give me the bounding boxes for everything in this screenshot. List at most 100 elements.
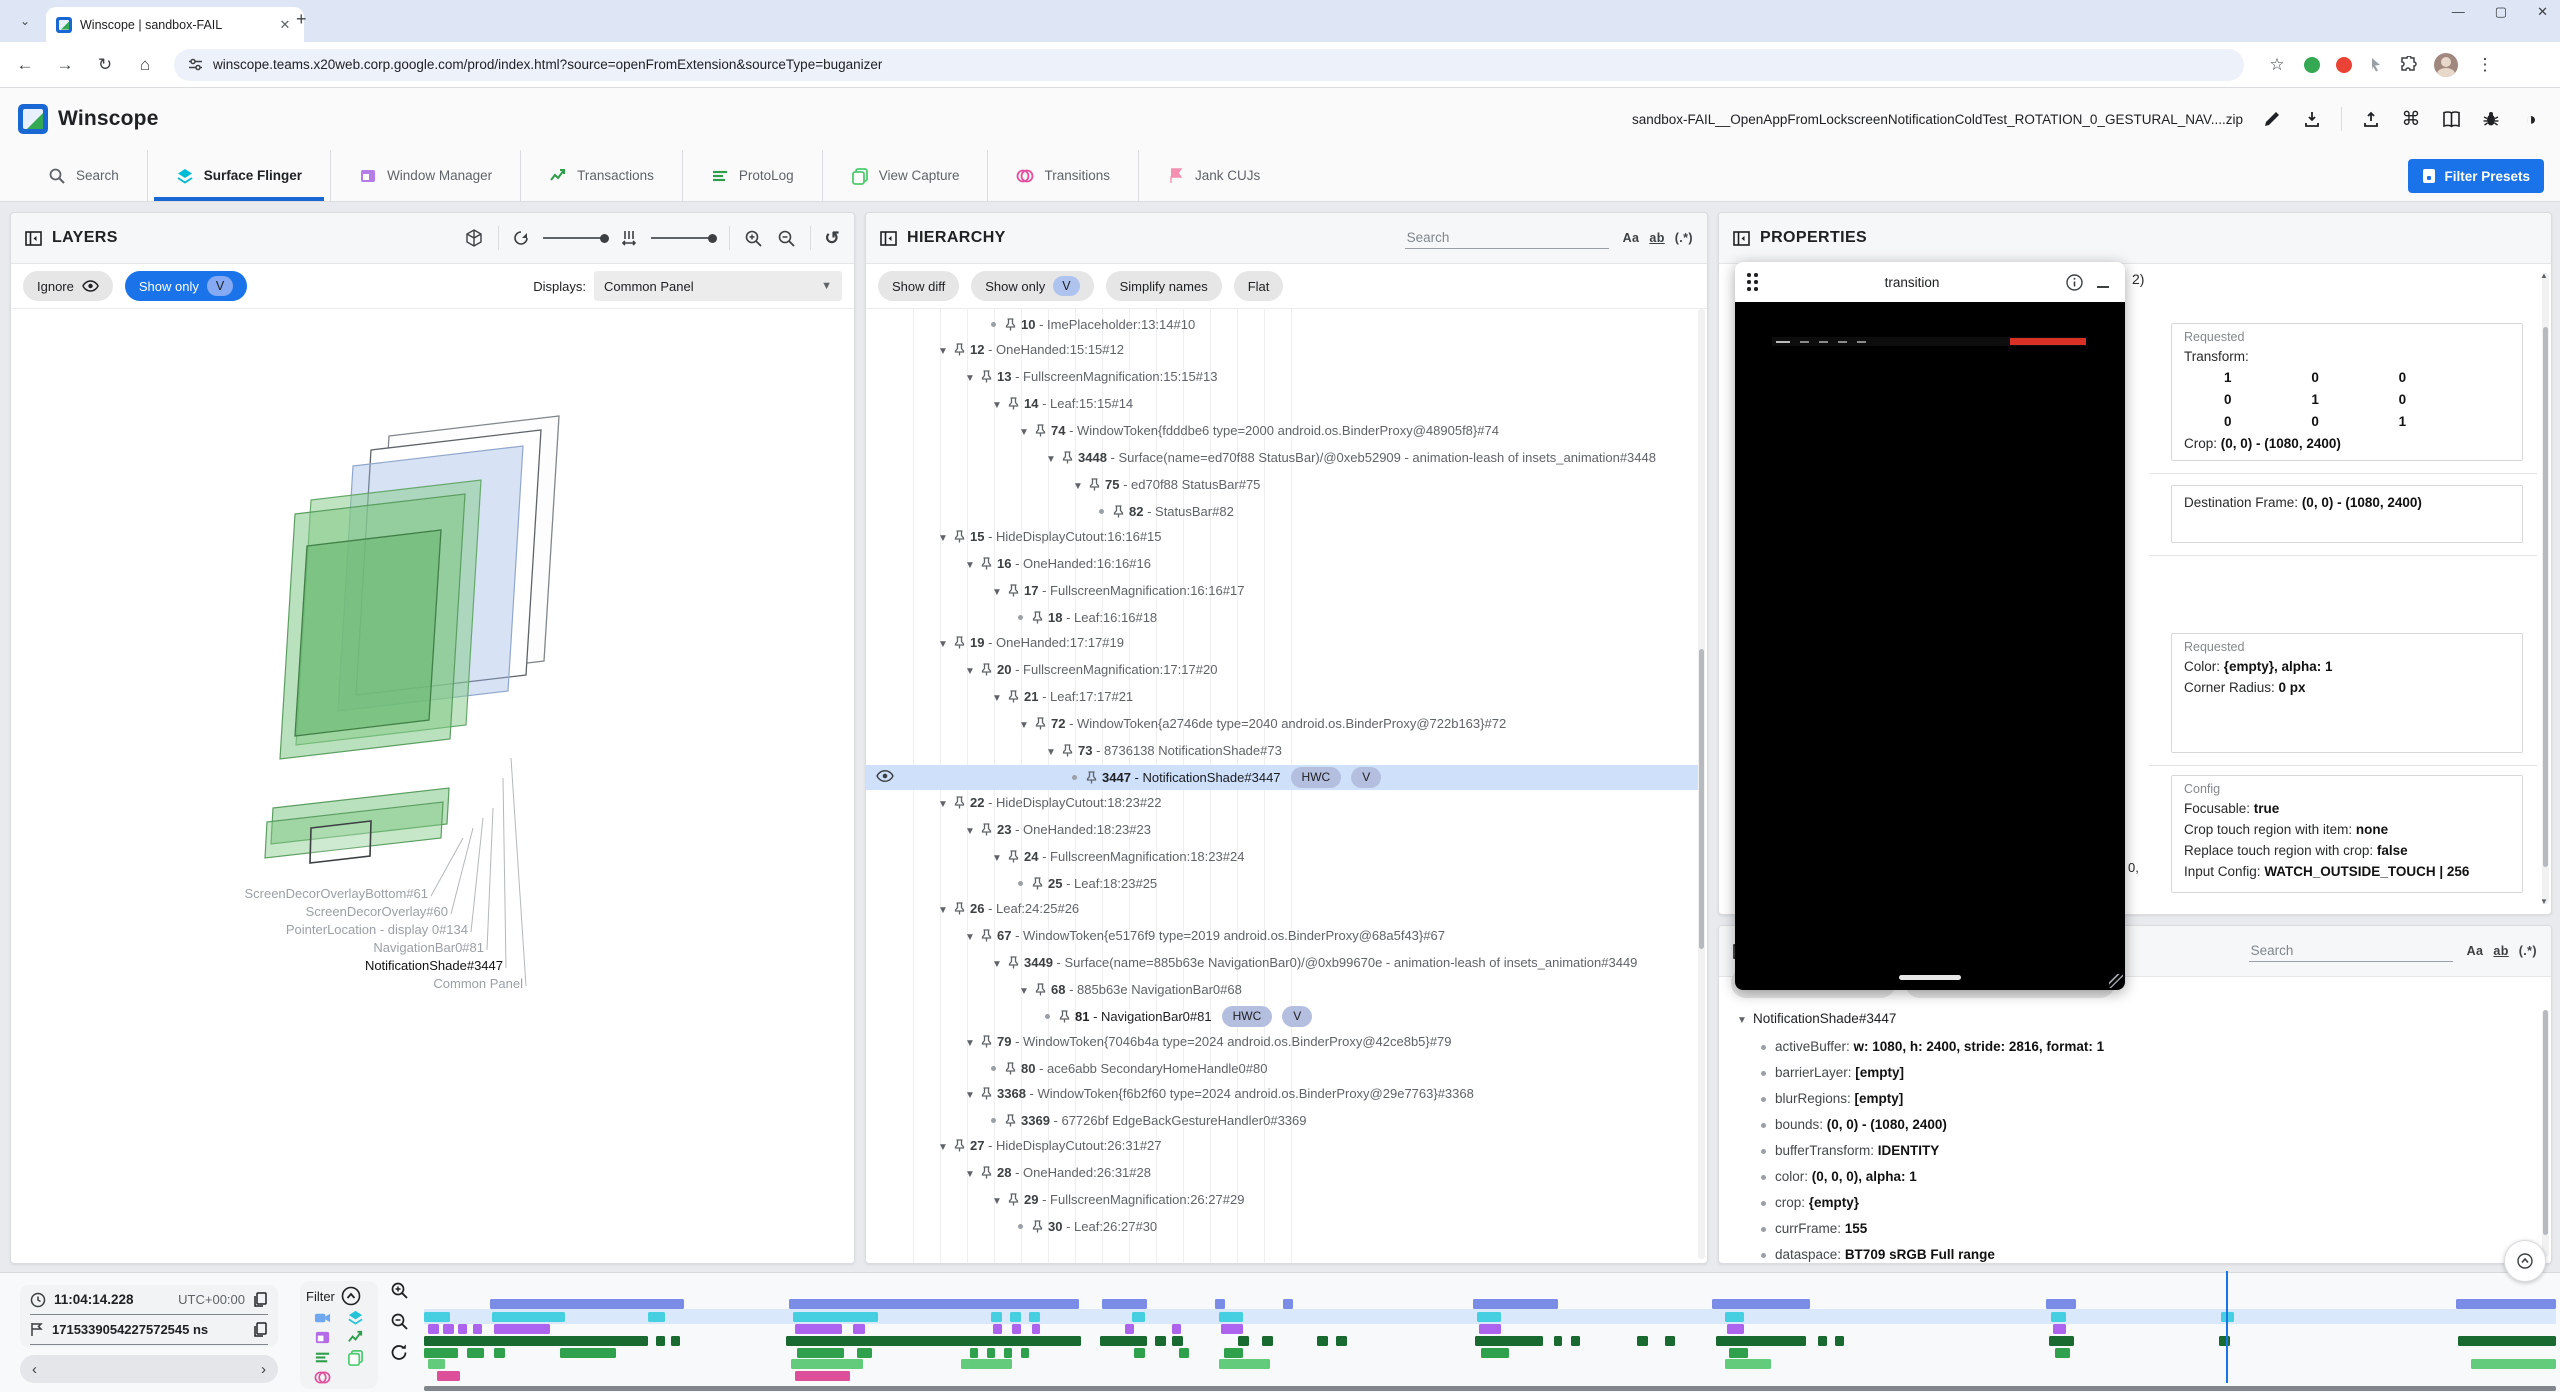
tab-surface-flinger[interactable]: Surface Flinger [147, 150, 330, 201]
tab-view-capture[interactable]: View Capture [822, 150, 988, 201]
panel-collapse-icon[interactable] [880, 231, 897, 246]
match-case-toggle[interactable]: Aa [1623, 231, 1640, 245]
layers-trace-toggle[interactable] [347, 1309, 364, 1326]
collapse-arrow-icon[interactable]: ▼ [961, 366, 979, 391]
tree-node-72[interactable]: ▼72 - WindowToken{a2746de type=2040 andr… [866, 711, 1699, 738]
trace-segment-view-capture[interactable] [1725, 1359, 1772, 1369]
trace-segment-protolog[interactable] [1835, 1336, 1844, 1346]
collapse-arrow-icon[interactable]: ▼ [961, 1162, 979, 1187]
collapse-arrow-icon[interactable]: ▼ [988, 1189, 1006, 1214]
trace-segment-surface-flinger[interactable] [1477, 1312, 1500, 1322]
human-timestamp[interactable]: 11:04:14.228 [54, 1292, 134, 1307]
regex-toggle[interactable]: (.*) [2519, 944, 2537, 958]
pin-icon[interactable] [1089, 478, 1100, 491]
trace-segment-surface-flinger[interactable] [1725, 1312, 1744, 1322]
tab-search[interactable]: Search [20, 150, 147, 201]
extension-green-icon[interactable] [2304, 57, 2320, 73]
collapse-arrow-icon[interactable]: ▼ [934, 792, 952, 817]
hierarchy-search-input[interactable] [1405, 227, 1609, 249]
tune-icon[interactable] [188, 57, 203, 72]
browser-tab[interactable]: Winscope | sandbox-FAIL ✕ [46, 7, 304, 42]
back-icon[interactable]: ← [14, 55, 36, 75]
collapse-arrow-icon[interactable]: ▼ [988, 846, 1006, 871]
match-word-toggle[interactable]: ab [2493, 944, 2508, 958]
pin-icon[interactable] [981, 823, 992, 836]
curr-prop-dataspace[interactable]: dataspace: BT709 sRGB Full range [1719, 1242, 2541, 1264]
tree-node-10[interactable]: 10 - ImePlaceholder:13:14#10 [866, 312, 1699, 337]
zoom-out-icon[interactable] [777, 229, 796, 248]
collapse-arrow-icon[interactable]: ▼ [961, 659, 979, 684]
tree-node-79[interactable]: ▼79 - WindowToken{7046b4a type=2024 andr… [866, 1029, 1699, 1056]
tree-node-3448[interactable]: ▼3448 - Surface(name=ed70f88 StatusBar)/… [866, 445, 1699, 472]
pin-icon[interactable] [1086, 771, 1097, 784]
timeline-plot[interactable] [424, 1293, 2556, 1392]
previous-frame-icon[interactable]: ‹ [32, 1361, 37, 1378]
trace-segment-window-manager[interactable] [473, 1324, 482, 1334]
trace-segment-transitions[interactable] [494, 1348, 505, 1358]
extension-cursor-icon[interactable] [2368, 57, 2384, 73]
panel-collapse-icon[interactable] [1733, 231, 1750, 246]
tree-node-3369[interactable]: 3369 - 67726bf EdgeBackGestureHandler0#3… [866, 1108, 1699, 1133]
curr-prop-barrierLayer[interactable]: barrierLayer: [empty] [1719, 1060, 2541, 1086]
url-bar[interactable]: winscope.teams.x20web.corp.google.com/pr… [174, 49, 2244, 81]
hierarchy-scrollbar[interactable] [1698, 309, 1705, 1259]
tree-node-17[interactable]: ▼17 - FullscreenMagnification:16:16#17 [866, 578, 1699, 605]
tree-node-73[interactable]: ▼73 - 8736138 NotificationShade#73 [866, 738, 1699, 765]
trace-segment-transitions[interactable] [1134, 1348, 1145, 1358]
trace-segment-protolog[interactable] [1317, 1336, 1328, 1346]
trace-segment-transitions[interactable] [1021, 1348, 1030, 1358]
edit-icon[interactable] [2261, 108, 2283, 130]
trace-segment-surface-flinger[interactable] [793, 1312, 878, 1322]
extensions-puzzle-icon[interactable] [2400, 56, 2418, 74]
show-only-v-chip[interactable]: Show only V [125, 271, 247, 301]
eye-icon[interactable] [876, 769, 894, 783]
tab-jank-cujs[interactable]: Jank CUJs [1138, 150, 1288, 201]
trace-segment-window-manager[interactable] [993, 1324, 1002, 1334]
3d-view-icon[interactable] [464, 228, 484, 248]
trace-segment-surface-flinger[interactable] [2051, 1312, 2066, 1322]
tree-node-16[interactable]: ▼16 - OneHanded:16:16#16 [866, 551, 1699, 578]
pin-icon[interactable] [1005, 1062, 1016, 1075]
chip-show-only[interactable]: Show onlyV [971, 271, 1093, 301]
trace-segment-transactions[interactable] [2046, 1299, 2076, 1309]
trace-segment-transitions[interactable] [987, 1348, 996, 1358]
pin-icon[interactable] [1035, 717, 1046, 730]
trace-segment-protolog[interactable] [1262, 1336, 1273, 1346]
trace-segment-transactions[interactable] [1473, 1299, 1558, 1309]
tree-node-28[interactable]: ▼28 - OneHanded:26:31#28 [866, 1160, 1699, 1187]
trace-segment-transitions[interactable] [1224, 1348, 1243, 1358]
pin-icon[interactable] [1059, 1010, 1070, 1023]
tab-protolog[interactable]: ProtoLog [682, 150, 822, 201]
documentation-icon[interactable] [2440, 108, 2462, 130]
rotation-slider[interactable] [543, 237, 607, 239]
tree-node-82[interactable]: 82 - StatusBar#82 [866, 499, 1699, 524]
tree-node-18[interactable]: 18 - Leaf:16:16#18 [866, 605, 1699, 630]
collapse-arrow-icon[interactable]: ▼ [988, 580, 1006, 605]
trace-segment-view-capture[interactable] [428, 1359, 445, 1369]
trace-segment-transitions[interactable] [970, 1348, 979, 1358]
curr-scrollbar[interactable] [2542, 1010, 2549, 1257]
curr-prop-currFrame[interactable]: currFrame: 155 [1719, 1216, 2541, 1242]
trace-segment-transitions[interactable] [1729, 1348, 1748, 1358]
trace-segment-protolog[interactable] [1665, 1336, 1676, 1346]
tree-node-24[interactable]: ▼24 - FullscreenMagnification:18:23#24 [866, 844, 1699, 871]
trace-segment-surface-flinger[interactable] [1010, 1312, 1021, 1322]
collapse-arrow-icon[interactable]: ▼ [988, 393, 1006, 418]
trace-segment-transactions[interactable] [2456, 1299, 2556, 1309]
trace-segment-transitions[interactable] [1481, 1348, 1509, 1358]
properties-scrollbar[interactable]: ▲ ▼ [2542, 273, 2549, 904]
curr-prop-crop[interactable]: crop: {empty} [1719, 1190, 2541, 1216]
trace-segment-window-manager[interactable] [1221, 1324, 1242, 1334]
copy-icon[interactable] [253, 1322, 268, 1338]
pin-icon[interactable] [981, 370, 992, 383]
reload-icon[interactable]: ↻ [94, 55, 116, 75]
collapse-arrow-icon[interactable]: ▼ [1042, 447, 1060, 472]
pin-icon[interactable] [1005, 318, 1016, 331]
collapse-arrow-icon[interactable]: ▼ [1733, 1008, 1751, 1034]
collapse-arrow-icon[interactable]: ▼ [961, 553, 979, 578]
tab-transactions[interactable]: Transactions [520, 150, 682, 201]
trace-segment-transitions[interactable] [1179, 1348, 1190, 1358]
layers-3d-view[interactable]: ScreenDecorOverlayBottom#61ScreenDecorOv… [11, 308, 854, 1263]
tree-node-80[interactable]: 80 - ace6abb SecondaryHomeHandle0#80 [866, 1056, 1699, 1081]
collapse-arrow-icon[interactable]: ▼ [934, 339, 952, 364]
